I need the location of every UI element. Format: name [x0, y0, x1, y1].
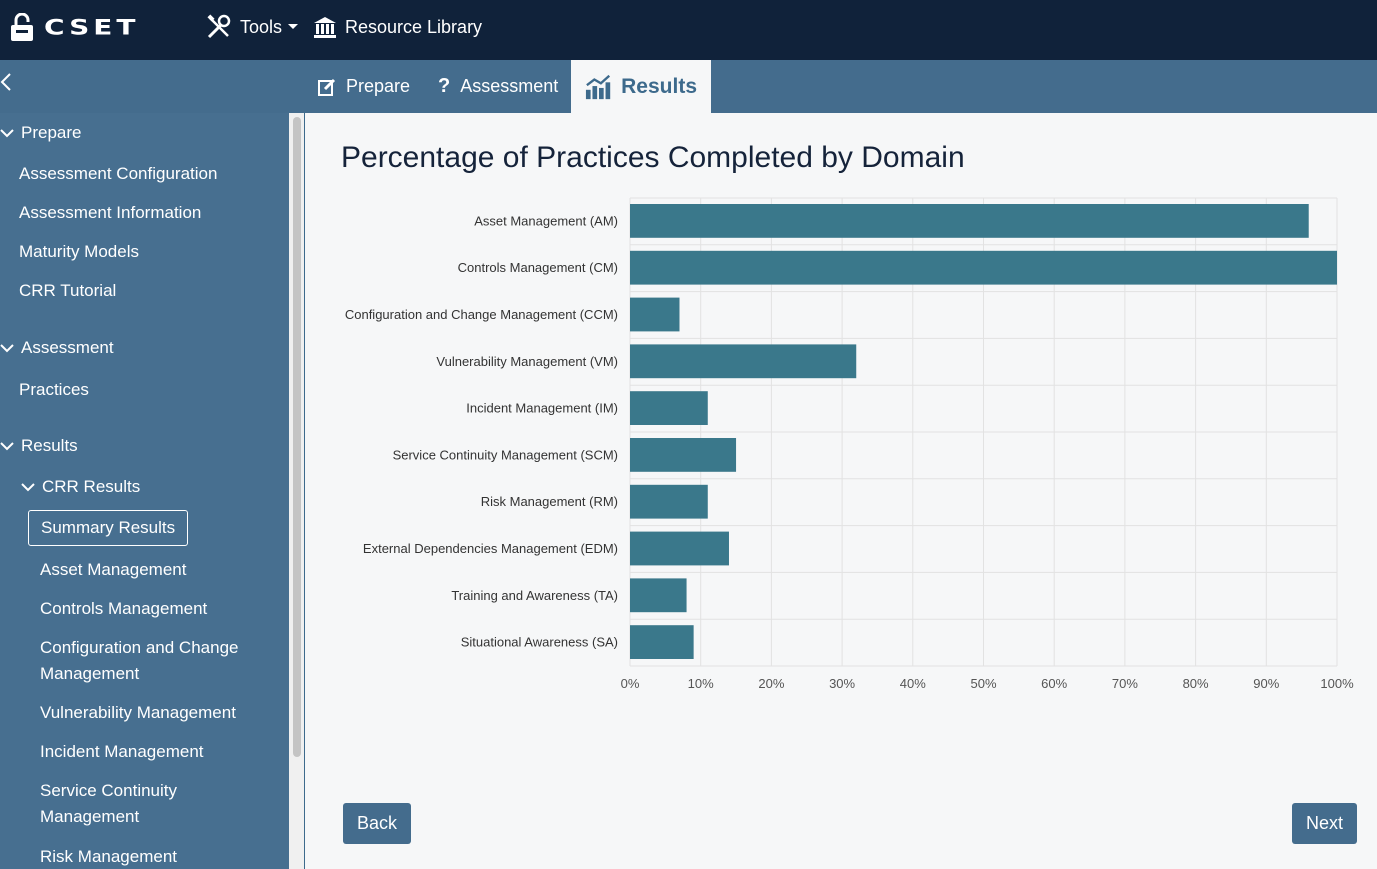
sidebar-item-maturity-models[interactable]: Maturity Models	[19, 239, 139, 265]
sidebar-crr-results-header: CRR Results	[42, 477, 141, 496]
sidebar-item-controls-management[interactable]: Controls Management	[40, 596, 207, 622]
sidebar-scrollbar[interactable]	[289, 113, 305, 869]
bar	[630, 531, 729, 566]
sidebar-item-configuration-change-line1[interactable]: Configuration and Change	[40, 635, 238, 661]
edit-icon	[318, 78, 336, 96]
category-label: Configuration and Change Management (CCM…	[345, 307, 618, 322]
bar	[630, 484, 708, 519]
x-tick-label: 70%	[1112, 676, 1138, 691]
tools-menu[interactable]: Tools	[206, 12, 299, 42]
sidebar-item-summary-results[interactable]: Summary Results	[28, 510, 189, 546]
x-tick-label: 90%	[1253, 676, 1279, 691]
x-tick-label: 0%	[621, 676, 640, 691]
caret-down-icon	[288, 24, 299, 29]
next-button[interactable]: Next	[1292, 803, 1358, 844]
page-title: Percentage of Practices Completed by Dom…	[341, 141, 965, 174]
category-label: Asset Management (AM)	[474, 213, 618, 228]
sidebar-section-assessment[interactable]: Assessment	[0, 335, 114, 361]
chevron-down-icon	[0, 344, 14, 353]
top-header: CSET Tools Resource Library	[0, 0, 1377, 60]
category-label: Controls Management (CM)	[458, 260, 618, 275]
sidebar-item-practices[interactable]: Practices	[19, 377, 89, 403]
category-label: Situational Awareness (SA)	[461, 635, 618, 650]
category-label: Service Continuity Management (SCM)	[393, 447, 618, 462]
chart-icon	[585, 74, 611, 99]
category-label: External Dependencies Management (EDM)	[363, 541, 618, 556]
bar	[630, 391, 708, 425]
tab-bar: Prepare ? Assessment Results	[0, 60, 1377, 113]
tab-assessment[interactable]: ? Assessment	[438, 60, 558, 113]
tab-prepare-label: Prepare	[346, 76, 411, 96]
bar	[630, 250, 1337, 285]
sidebar-item-configuration-change-line2[interactable]: Management	[40, 661, 139, 687]
chevron-down-icon	[21, 483, 35, 492]
sidebar-section-prepare[interactable]: Prepare	[0, 120, 81, 146]
category-label: Risk Management (RM)	[481, 494, 618, 509]
sidebar-results-header: Results	[21, 436, 78, 455]
sidebar-item-service-continuity-line2[interactable]: Management	[40, 804, 139, 830]
tools-icon	[207, 14, 231, 39]
x-tick-label: 20%	[758, 676, 784, 691]
x-tick-label: 10%	[688, 676, 714, 691]
x-tick-label: 100%	[1320, 676, 1354, 691]
sidebar-prepare-header: Prepare	[21, 123, 82, 142]
x-tick-label: 40%	[900, 676, 926, 691]
domain-completion-chart: 0% 10% 20% 30% 40% 50% 60% 70% 80% 90% 100% Asset M…	[330, 190, 1370, 700]
cset-logo[interactable]: CSET	[10, 10, 139, 44]
sidebar: Prepare Assessment Configuration Assessm…	[0, 113, 289, 869]
x-tick-label: 30%	[829, 676, 855, 691]
bar	[630, 578, 687, 613]
x-tick-label: 80%	[1183, 676, 1209, 691]
question-mark-icon: ?	[438, 75, 451, 97]
logo-text: CSET	[44, 14, 140, 40]
collapse-sidebar-button[interactable]	[0, 72, 20, 100]
tools-label: Tools	[240, 16, 283, 37]
chevron-left-icon	[0, 73, 11, 91]
sidebar-item-vulnerability-management[interactable]: Vulnerability Management	[40, 700, 236, 726]
x-tick-label: 50%	[970, 676, 996, 691]
bar	[630, 625, 694, 659]
sidebar-item-asset-management[interactable]: Asset Management	[40, 557, 186, 583]
sidebar-item-assessment-configuration[interactable]: Assessment Configuration	[19, 161, 217, 187]
resource-library-link[interactable]: Resource Library	[313, 12, 482, 42]
tab-results[interactable]: Results	[571, 60, 711, 113]
sidebar-section-results[interactable]: Results	[0, 433, 78, 459]
sidebar-assessment-header: Assessment	[21, 338, 114, 357]
library-building-icon	[314, 17, 336, 38]
resource-library-label: Resource Library	[345, 16, 483, 37]
sidebar-scrollbar-thumb[interactable]	[293, 117, 301, 757]
chevron-down-icon	[0, 129, 14, 138]
sidebar-item-incident-management[interactable]: Incident Management	[40, 739, 204, 765]
sidebar-item-service-continuity-line1[interactable]: Service Continuity	[40, 778, 177, 804]
chevron-down-icon	[0, 442, 14, 451]
bar	[630, 438, 737, 472]
bar	[630, 297, 680, 332]
tab-prepare[interactable]: Prepare	[318, 60, 410, 113]
category-label: Training and Awareness (TA)	[451, 588, 618, 603]
sidebar-item-risk-management[interactable]: Risk Management	[40, 844, 177, 869]
category-label: Incident Management (IM)	[466, 401, 618, 416]
category-label: Vulnerability Management (VM)	[436, 354, 618, 369]
sidebar-item-crr-tutorial[interactable]: CRR Tutorial	[19, 278, 116, 304]
tab-results-label: Results	[621, 74, 697, 98]
chart-svg: 0% 10% 20% 30% 40% 50% 60% 70% 80% 90% 100% Asset M…	[345, 197, 1354, 691]
back-button[interactable]: Back	[343, 803, 412, 844]
x-tick-label: 60%	[1041, 676, 1067, 691]
sidebar-item-assessment-information[interactable]: Assessment Information	[19, 200, 201, 226]
lock-icon	[11, 13, 33, 41]
sidebar-section-crr-results[interactable]: CRR Results	[21, 474, 140, 500]
bar	[630, 344, 857, 379]
bar	[630, 204, 1309, 238]
tab-assessment-label: Assessment	[460, 76, 559, 96]
